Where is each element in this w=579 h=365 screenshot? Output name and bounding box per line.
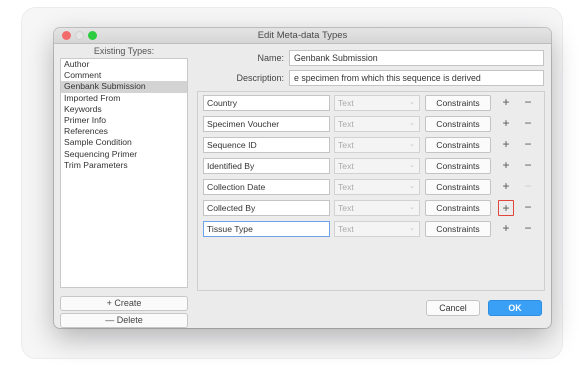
delete-type-button[interactable]: — Delete	[60, 313, 188, 328]
constraints-button[interactable]: Constraints	[425, 200, 491, 216]
remove-field-button[interactable]: −	[521, 158, 535, 174]
existing-types-heading: Existing Types:	[93, 46, 155, 56]
field-type-value: Text	[338, 182, 354, 192]
field-row: Tissue Type Text ⌄ Constraints + −	[198, 220, 546, 238]
chevron-down-icon: ⌄	[409, 141, 415, 148]
field-name-input[interactable]: Collection Date	[203, 179, 330, 195]
type-item-genbank-submission[interactable]: Genbank Submission	[61, 81, 187, 93]
constraints-button[interactable]: Constraints	[425, 221, 491, 237]
remove-field-button[interactable]: −	[521, 221, 535, 237]
name-label: Name:	[257, 53, 284, 63]
field-type-value: Text	[338, 224, 354, 234]
add-field-button[interactable]: +	[498, 95, 514, 111]
type-item-imported-from[interactable]: Imported From	[61, 93, 187, 104]
add-field-button[interactable]: +	[498, 179, 514, 195]
field-type-select[interactable]: Text ⌄	[334, 116, 420, 132]
field-name-input[interactable]: Tissue Type	[203, 221, 330, 237]
field-name-input[interactable]: Identified By	[203, 158, 330, 174]
existing-types-panel: Existing Types: Author Comment Genbank S…	[60, 46, 188, 328]
add-field-button[interactable]: +	[498, 158, 514, 174]
type-item-references[interactable]: References	[61, 126, 187, 137]
description-label: Description:	[236, 73, 284, 83]
ok-button[interactable]: OK	[488, 300, 542, 316]
constraints-button[interactable]: Constraints	[425, 179, 491, 195]
type-item-sample-condition[interactable]: Sample Condition	[61, 137, 187, 148]
field-type-select[interactable]: Text ⌄	[334, 221, 420, 237]
description-input[interactable]: e specimen from which this sequence is d…	[289, 70, 544, 86]
chevron-down-icon: ⌄	[409, 162, 415, 169]
field-row: Sequence ID Text ⌄ Constraints + −	[198, 136, 546, 154]
field-name-input[interactable]: Sequence ID	[203, 137, 330, 153]
field-name-input[interactable]: Specimen Voucher	[203, 116, 330, 132]
field-row: Identified By Text ⌄ Constraints + −	[198, 157, 546, 175]
field-type-select[interactable]: Text ⌄	[334, 179, 420, 195]
field-row: Collection Date Text ⌄ Constraints + −	[198, 178, 546, 196]
field-row: Specimen Voucher Text ⌄ Constraints + −	[198, 115, 546, 133]
cancel-button[interactable]: Cancel	[426, 300, 480, 316]
type-item-primer-info[interactable]: Primer Info	[61, 115, 187, 126]
title-bar: Edit Meta-data Types	[54, 28, 551, 44]
chevron-down-icon: ⌄	[409, 225, 415, 232]
type-item-author[interactable]: Author	[61, 59, 187, 70]
type-item-comment[interactable]: Comment	[61, 70, 187, 81]
field-row: Collected By Text ⌄ Constraints + −	[198, 199, 546, 217]
field-name-input[interactable]: Collected By	[203, 200, 330, 216]
window-title: Edit Meta-data Types	[257, 30, 348, 41]
type-item-keywords[interactable]: Keywords	[61, 104, 187, 115]
type-item-sequencing-primer[interactable]: Sequencing Primer	[61, 149, 187, 160]
field-type-select[interactable]: Text ⌄	[334, 95, 420, 111]
name-input[interactable]: Genbank Submission	[289, 50, 544, 66]
field-name-input[interactable]: Country	[203, 95, 330, 111]
field-type-value: Text	[338, 203, 354, 213]
remove-field-button[interactable]: −	[521, 179, 535, 195]
add-field-button-highlighted[interactable]: +	[498, 200, 514, 216]
chevron-down-icon: ⌄	[409, 204, 415, 211]
field-type-value: Text	[338, 140, 354, 150]
constraints-button[interactable]: Constraints	[425, 116, 491, 132]
field-type-value: Text	[338, 161, 354, 171]
edit-metadata-types-dialog: Edit Meta-data Types Existing Types: Aut…	[54, 28, 551, 328]
chevron-down-icon: ⌄	[409, 99, 415, 106]
field-row: Country Text ⌄ Constraints + −	[198, 94, 546, 112]
existing-types-list[interactable]: Author Comment Genbank Submission Import…	[60, 58, 188, 288]
chevron-down-icon: ⌄	[409, 120, 415, 127]
constraints-button[interactable]: Constraints	[425, 158, 491, 174]
field-type-value: Text	[338, 98, 354, 108]
field-type-select[interactable]: Text ⌄	[334, 158, 420, 174]
add-field-button[interactable]: +	[498, 221, 514, 237]
fields-list: Country Text ⌄ Constraints + − Specimen V…	[197, 91, 545, 291]
type-item-trim-parameters[interactable]: Trim Parameters	[61, 160, 187, 171]
remove-field-button[interactable]: −	[521, 116, 535, 132]
remove-field-button[interactable]: −	[521, 137, 535, 153]
constraints-button[interactable]: Constraints	[425, 137, 491, 153]
field-type-value: Text	[338, 119, 354, 129]
remove-field-button[interactable]: −	[521, 95, 535, 111]
chevron-down-icon: ⌄	[409, 183, 415, 190]
field-type-select[interactable]: Text ⌄	[334, 137, 420, 153]
remove-field-button[interactable]: −	[521, 200, 535, 216]
field-type-select[interactable]: Text ⌄	[334, 200, 420, 216]
add-field-button[interactable]: +	[498, 137, 514, 153]
add-field-button[interactable]: +	[498, 116, 514, 132]
create-type-button[interactable]: + Create	[60, 296, 188, 311]
constraints-button[interactable]: Constraints	[425, 95, 491, 111]
